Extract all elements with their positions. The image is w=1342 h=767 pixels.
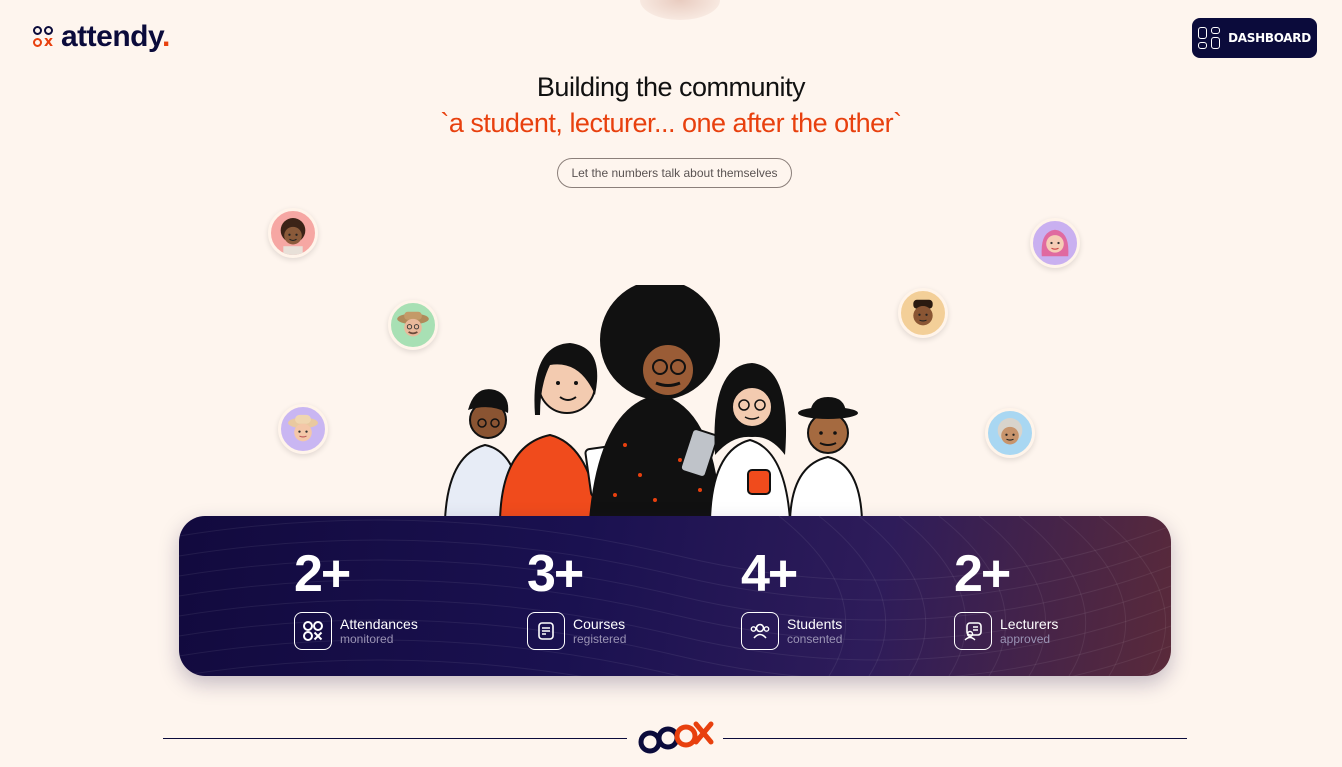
attendy-logo-icon: [294, 612, 332, 650]
lecturer-icon: [954, 612, 992, 650]
numbers-pill: Let the numbers talk about themselves: [557, 158, 792, 188]
avatar-curly-hair: [268, 208, 318, 258]
community-illustration: [443, 285, 864, 520]
avatar-sun-hat: [278, 404, 328, 454]
stat-sublabel: monitored: [340, 632, 394, 646]
stat-number: 4+: [741, 545, 798, 603]
stat-number: 2+: [954, 545, 1011, 603]
logo-mark-icon: x: [33, 23, 57, 51]
page-subtitle: `a student, lecturer... one after the ot…: [440, 108, 902, 138]
top-decoration: [640, 0, 720, 20]
stats-banner: 2+ Attendances monitored 3+ Courses regi…: [179, 516, 1171, 676]
stat-sublabel: approved: [1000, 632, 1051, 646]
stat-label: Attendances: [340, 616, 418, 632]
brand-mark-icon: [638, 721, 714, 754]
dashboard-button[interactable]: DASHBOARD: [1192, 18, 1317, 58]
avatar-safari-hat: [388, 300, 438, 350]
brand-logo[interactable]: x attendy.: [33, 20, 170, 54]
stat-number: 3+: [527, 545, 584, 603]
avatar-grey-hair: [985, 408, 1035, 458]
stat-sublabel: registered: [573, 632, 627, 646]
logo-dot: .: [161, 20, 170, 53]
stat-courses: 3+ Courses registered: [527, 546, 626, 650]
stat-attendances: 2+ Attendances monitored: [294, 546, 418, 650]
stat-number: 2+: [294, 545, 351, 603]
dashboard-icon: [1198, 27, 1221, 49]
avatar-dark-hair: [898, 288, 948, 338]
stat-lecturers: 2+ Lecturers approved: [954, 546, 1058, 650]
divider-right: [723, 738, 1187, 739]
logo-text: attendy: [61, 20, 162, 53]
avatar-pink-hair: [1030, 218, 1080, 268]
page-title: Building the community: [536, 72, 806, 102]
stat-sublabel: consented: [787, 632, 843, 646]
dashboard-label: DASHBOARD: [1228, 31, 1311, 45]
users-icon: [741, 612, 779, 650]
divider-left: [163, 738, 627, 739]
stat-students: 4+ Students consented: [741, 546, 842, 650]
stat-label: Lecturers: [1000, 616, 1059, 632]
stat-label: Courses: [573, 616, 626, 632]
stat-label: Students: [787, 616, 843, 632]
document-icon: [527, 612, 565, 650]
